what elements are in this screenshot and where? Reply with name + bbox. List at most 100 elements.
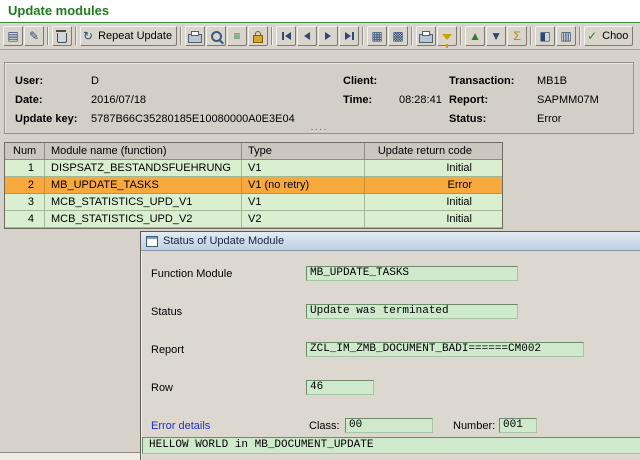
sort-ascending-button[interactable]: ▲ <box>465 26 486 46</box>
toolbar-separator <box>362 27 365 45</box>
print-list-button[interactable] <box>416 26 437 46</box>
list-icon: ≡ <box>233 29 241 43</box>
toolbar-separator <box>530 27 533 45</box>
printer-icon <box>188 30 203 43</box>
column-header-module[interactable]: Module name (function) <box>45 143 242 160</box>
first-page-icon <box>281 32 291 40</box>
sap-update-modules-window: Update modules ▤ ✎ ↻ Repeat Update ≡ ▦ ▩… <box>0 0 640 460</box>
date-value: 2016/07/18 <box>91 94 147 106</box>
delete-button[interactable] <box>52 26 72 46</box>
toolbar-separator <box>47 27 49 45</box>
update-request-header-panel: User: D Client: Transaction: MB1B Date: … <box>4 62 634 135</box>
dialog-icon[interactable] <box>146 235 158 247</box>
report-field[interactable]: ZCL_IM_ZMB_DOCUMENT_BADI======CM002 <box>306 342 584 357</box>
status-of-update-module-dialog: Status of Update Module Function Module … <box>140 231 640 460</box>
error-details-link[interactable]: Error details <box>151 420 210 432</box>
change-button[interactable]: ✎ <box>24 26 44 46</box>
row-num: 1 <box>5 160 45 177</box>
error-message-field[interactable]: HELLOW WORLD in MB_DOCUMENT_UPDATE <box>142 437 640 454</box>
row-type: V1 <box>242 160 365 177</box>
number-field[interactable]: 001 <box>499 418 537 433</box>
check-icon: ✓ <box>587 29 598 43</box>
views-button[interactable]: ◧ <box>535 26 556 46</box>
header-grid: User: D Client: Transaction: MB1B Date: … <box>15 73 633 127</box>
printer-icon <box>419 30 434 43</box>
table-row[interactable]: 3 MCB_STATISTICS_UPD_V1 V1 Initial <box>5 194 502 211</box>
splitter-handle[interactable]: ···· <box>310 125 327 135</box>
column-header-num[interactable]: Num <box>5 143 45 160</box>
function-module-field[interactable]: MB_UPDATE_TASKS <box>306 266 518 281</box>
sum-button[interactable]: Σ <box>507 26 528 46</box>
display-button[interactable]: ▤ <box>3 26 23 46</box>
toolbar-separator <box>271 27 274 45</box>
table-row[interactable]: 1 DISPSATZ_BESTANDSFUEHRUNG V1 Initial <box>5 160 502 177</box>
status-field[interactable]: Update was terminated <box>306 304 518 319</box>
class-label: Class: <box>309 420 340 432</box>
table-icon: ▦ <box>371 29 383 43</box>
row-type: V2 <box>242 211 365 228</box>
toolbar-separator <box>180 27 183 45</box>
next-page-button[interactable] <box>318 26 339 46</box>
print-button[interactable] <box>185 26 206 46</box>
row-field[interactable]: 46 <box>306 380 374 395</box>
dialog-title-bar[interactable]: Status of Update Module <box>141 232 640 251</box>
update-key-label: Update key: <box>15 113 78 125</box>
toolbar-separator <box>579 27 582 45</box>
table-grid-icon: ▩ <box>392 29 404 43</box>
table-row-selected[interactable]: 2 MB_UPDATE_TASKS V1 (no retry) Error <box>5 177 502 194</box>
application-toolbar: ▤ ✎ ↻ Repeat Update ≡ ▦ ▩ ▲ ▼ Σ ◧ ▥ ✓ Ch… <box>0 23 640 50</box>
dialog-title: Status of Update Module <box>163 235 285 247</box>
column-header-return-code[interactable]: Update return code <box>365 143 502 160</box>
graphic-icon: ▥ <box>560 29 572 43</box>
time-value: 08:28:41 <box>399 94 442 106</box>
graphic-button[interactable]: ▥ <box>556 26 577 46</box>
repeat-update-button[interactable]: ↻ Repeat Update <box>80 26 178 46</box>
filter-button[interactable] <box>437 26 458 48</box>
display-icon: ▤ <box>7 29 19 43</box>
date-label: Date: <box>15 94 43 106</box>
row-module: DISPSATZ_BESTANDSFUEHRUNG <box>45 160 242 177</box>
trash-icon <box>56 29 67 43</box>
row-return-code: Initial <box>365 160 502 177</box>
repeat-update-label: Repeat Update <box>98 30 173 42</box>
find-button[interactable] <box>206 26 227 46</box>
update-modules-table: Num Module name (function) Type Update r… <box>4 142 503 229</box>
column-header-type[interactable]: Type <box>242 143 365 160</box>
row-module: MB_UPDATE_TASKS <box>45 177 242 194</box>
last-page-icon <box>344 32 354 40</box>
repeat-icon: ↻ <box>83 29 94 43</box>
number-label: Number: <box>453 420 496 432</box>
choose-label: Choo <box>602 30 629 42</box>
next-page-icon <box>325 32 332 40</box>
row-return-code: Initial <box>365 194 502 211</box>
choose-button[interactable]: ✓ Choo <box>584 26 634 46</box>
update-modules-button[interactable]: ▩ <box>388 26 409 46</box>
sort-descending-button[interactable]: ▼ <box>486 26 507 46</box>
previous-page-icon <box>304 32 311 40</box>
table-row[interactable]: 4 MCB_STATISTICS_UPD_V2 V2 Initial <box>5 211 502 228</box>
page-title: Update modules <box>8 3 110 18</box>
time-label: Time: <box>343 94 373 106</box>
toolbar-separator <box>460 27 463 45</box>
status-label: Status: <box>449 113 487 125</box>
first-page-button[interactable] <box>276 26 297 46</box>
row-return-code: Error <box>365 177 502 194</box>
last-page-button[interactable] <box>339 26 360 46</box>
page-title-bar: Update modules <box>0 0 640 23</box>
funnel-icon <box>442 33 453 48</box>
previous-page-button[interactable] <box>297 26 318 46</box>
row-module: MCB_STATISTICS_UPD_V1 <box>45 194 242 211</box>
row-field-label: Row <box>151 382 174 394</box>
class-field[interactable]: 00 <box>345 418 433 433</box>
report-label: Report: <box>449 94 489 106</box>
status-field-label: Status <box>151 306 183 318</box>
update-header-button[interactable]: ▦ <box>367 26 388 46</box>
status-value: Error <box>537 113 562 125</box>
user-label: User: <box>15 75 44 87</box>
list-button[interactable]: ≡ <box>227 26 248 46</box>
update-key-value: 5787B66C35280185E10080000A0E3E04 <box>91 113 295 125</box>
client-value <box>399 73 449 89</box>
toolbar-separator <box>75 27 77 45</box>
lock-button[interactable] <box>248 26 269 46</box>
views-icon: ◧ <box>539 29 551 43</box>
